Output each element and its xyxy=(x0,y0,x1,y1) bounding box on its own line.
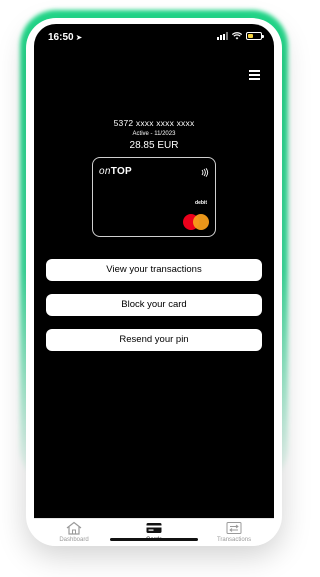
tab-transactions-label: Transactions xyxy=(216,537,252,543)
status-icons xyxy=(217,32,264,40)
home-icon xyxy=(66,521,82,535)
hamburger-menu-icon[interactable] xyxy=(249,70,260,80)
status-bar: 16:50 ➤ xyxy=(34,24,274,48)
wifi-icon xyxy=(232,32,242,40)
tab-dashboard[interactable]: Dashboard xyxy=(39,519,109,546)
card-status: Active - 11/2023 xyxy=(132,131,176,137)
view-transactions-button[interactable]: View your transactions xyxy=(46,259,262,281)
bank-card: onTOP debit xyxy=(92,157,216,237)
contactless-icon xyxy=(200,164,209,182)
brand-logo: onTOP xyxy=(99,166,133,177)
card-icon xyxy=(146,523,162,533)
mastercard-logo-icon xyxy=(183,214,209,230)
card-balance: 28.85 EUR xyxy=(129,140,179,151)
resend-pin-button[interactable]: Resend your pin xyxy=(46,329,262,351)
tab-transactions[interactable]: Transactions xyxy=(199,519,269,546)
status-time: 16:50 ➤ xyxy=(48,32,82,43)
tab-dashboard-label: Dashboard xyxy=(59,537,89,543)
signal-icon xyxy=(217,32,228,40)
block-card-button[interactable]: Block your card xyxy=(46,294,262,316)
clock-text: 16:50 xyxy=(48,32,74,43)
card-number: 5372 xxxx xxxx xxxx xyxy=(113,118,195,128)
bottom-tab-bar: Dashboard Cards Transactions xyxy=(34,518,274,546)
tab-cards[interactable]: Cards xyxy=(119,519,189,546)
card-type-label: debit xyxy=(195,200,207,206)
transfer-icon xyxy=(226,522,242,534)
phone-frame: 16:50 ➤ 5372 xxxx xxxx xxxx Active - 11/2… xyxy=(26,18,282,546)
battery-icon xyxy=(246,32,264,40)
location-arrow-icon: ➤ xyxy=(75,33,83,42)
app-screen: 16:50 ➤ 5372 xxxx xxxx xxxx Active - 11/2… xyxy=(34,24,274,524)
home-indicator xyxy=(110,538,198,541)
